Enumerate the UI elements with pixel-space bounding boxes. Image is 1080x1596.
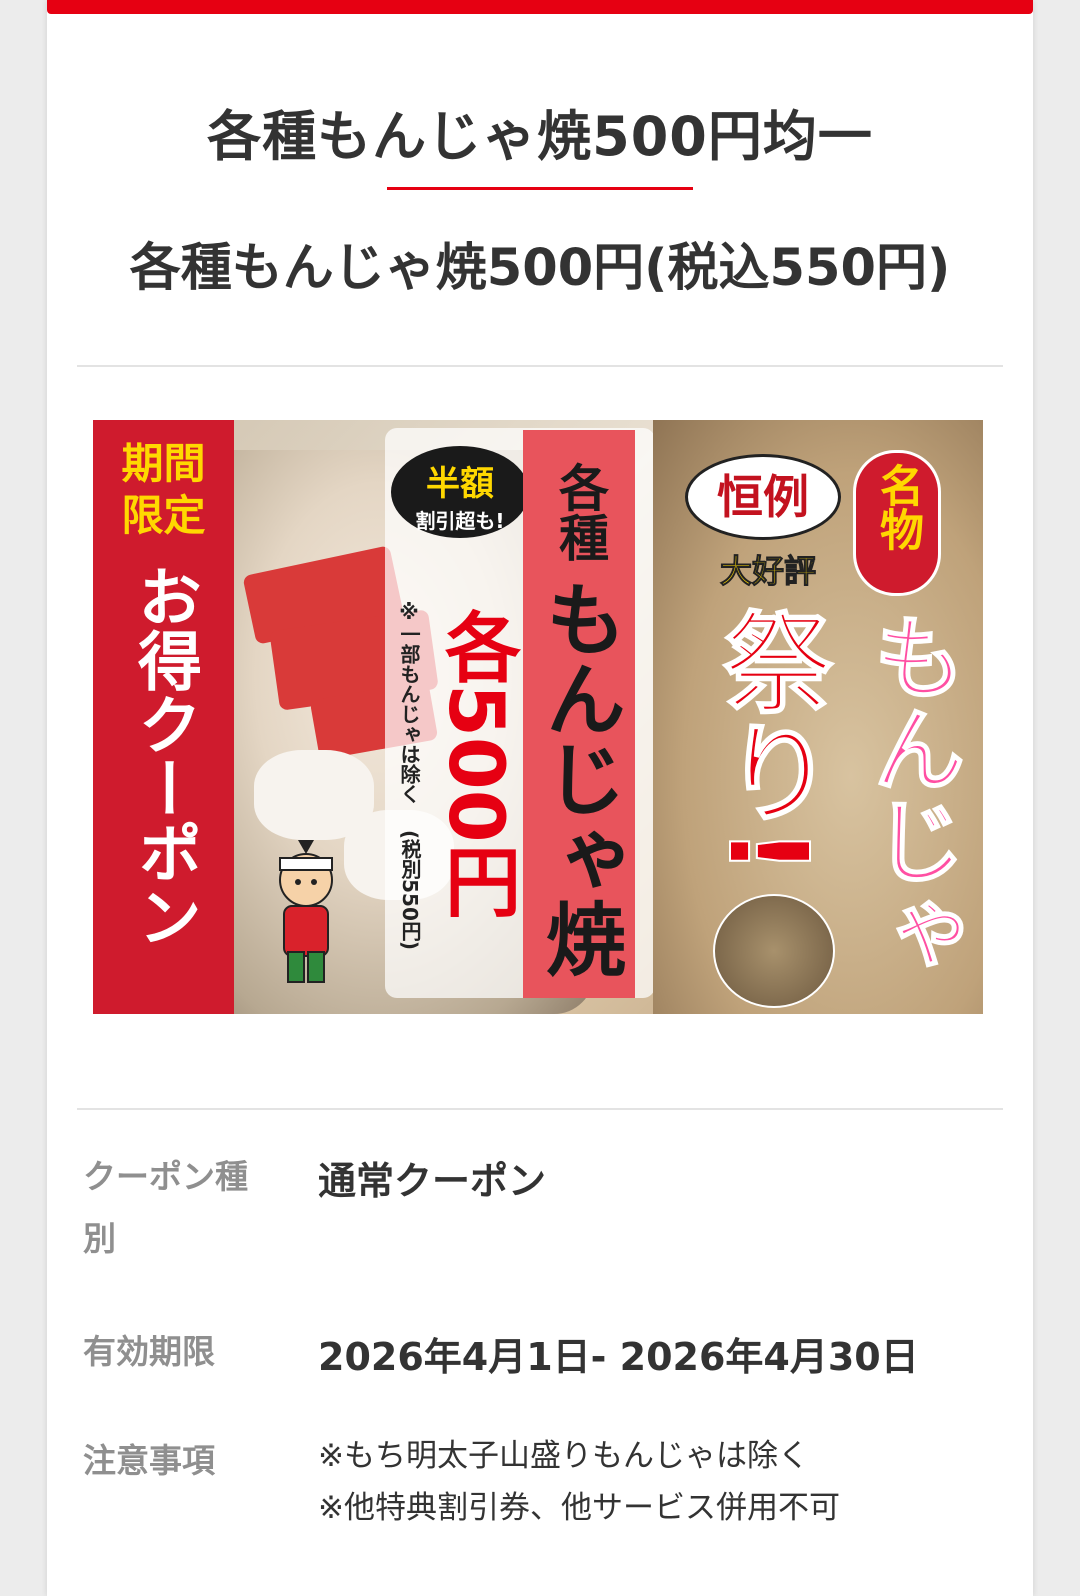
top-accent-bar <box>47 0 1033 14</box>
promo-banner-image: 期間 限定 お得クーポン 半額 割引超も! ※一部もんじゃは除く (税別550円… <box>93 420 983 1014</box>
banner-meibutsu-text: 名物 <box>872 463 923 551</box>
banner-monja: もんじゃ <box>857 609 966 979</box>
title-underline <box>387 187 693 190</box>
notes-label: 注意事項 <box>83 1441 215 1480</box>
notes-list: ※もち明太子山盛りもんじゃは除く ※他特典割引券、他サービス併用不可 <box>318 1430 840 1534</box>
banner-exclusion-note: ※一部もんじゃは除く <box>397 600 421 804</box>
coupon-type-label: クーポン種別 <box>83 1157 248 1258</box>
validity-label: 有効期限 <box>83 1332 215 1371</box>
banner-kind: 各種 <box>551 462 609 562</box>
banner-tax-note: (税別550円) <box>398 830 422 951</box>
half-price-bubble: 半額 割引超も! <box>391 446 529 538</box>
banner-kourei: 恒例 <box>685 454 841 540</box>
banner-coupon-text: お得クーポン <box>127 564 201 948</box>
coupon-type-value: 通常クーポン <box>318 1159 547 1203</box>
banner-dish: もんじゃ焼 <box>533 578 626 978</box>
banner-limited-line2: 限定 <box>121 491 206 540</box>
banner-plate-photo <box>713 894 835 1008</box>
banner-meibutsu-badge: 名物 <box>853 450 941 596</box>
coupon-card: 各種もんじゃ焼500円均一 各種もんじゃ焼500円(税込550円) 期間 限定 … <box>47 0 1033 1596</box>
note-item: ※もち明太子山盛りもんじゃは除く <box>318 1438 809 1474</box>
divider <box>77 1108 1003 1110</box>
bubble-discount: 割引超も! <box>415 509 505 533</box>
banner-daikohyo: 大好評 <box>719 552 816 591</box>
mascot-illustration <box>279 840 333 983</box>
banner-price: 各500円 <box>432 608 521 919</box>
coupon-title: 各種もんじゃ焼500円均一 <box>207 105 873 168</box>
banner-limited-line1: 期間 <box>121 439 206 488</box>
banner-dish-column: 各種 もんじゃ焼 <box>523 430 635 998</box>
banner-matsuri: 祭り! <box>703 605 833 877</box>
note-item: ※他特典割引券、他サービス併用不可 <box>318 1490 840 1526</box>
divider <box>77 365 1003 367</box>
validity-value: 2026年4月1日- 2026年4月30日 <box>318 1335 919 1379</box>
coupon-subtitle: 各種もんじゃ焼500円(税込550円) <box>129 239 951 298</box>
bubble-half-price: 半額 <box>426 464 494 504</box>
banner-left-strip: 期間 限定 お得クーポン <box>93 420 234 1014</box>
